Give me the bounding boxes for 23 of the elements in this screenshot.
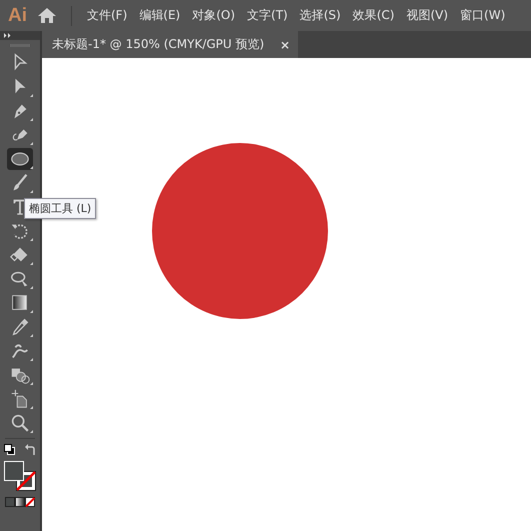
collapse-icon[interactable] <box>4 33 11 38</box>
menu-item[interactable]: 选择(S) <box>294 7 346 24</box>
grip-icon[interactable] <box>10 44 30 47</box>
menu-item[interactable]: 文字(T) <box>242 7 293 24</box>
close-button[interactable]: × <box>280 38 290 52</box>
menu-item[interactable]: 视图(V) <box>401 7 454 24</box>
tab-title: 未标题-1* @ 150% (CMYK/GPU 预览) <box>52 36 264 53</box>
fill-swatch[interactable] <box>4 461 24 481</box>
menu-item[interactable]: 文件(F) <box>82 7 132 24</box>
document-tab[interactable]: 未标题-1* @ 150% (CMYK/GPU 预览) × <box>42 31 298 58</box>
menu-item[interactable]: 效果(C) <box>348 7 400 24</box>
home-icon[interactable] <box>37 7 57 24</box>
menu-item[interactable]: 窗口(W) <box>455 7 510 24</box>
tool-button[interactable] <box>7 148 33 170</box>
swap-arrow-icon[interactable] <box>25 444 36 455</box>
circle-shape[interactable] <box>152 143 328 319</box>
color-mode-icon[interactable] <box>5 497 35 507</box>
search-icon <box>9 412 31 434</box>
menu-item[interactable]: 对象(O) <box>187 7 240 24</box>
app-logo: Ai <box>8 4 27 26</box>
tooltip: 椭圆工具 (L) <box>24 198 96 219</box>
default-colors-icon[interactable] <box>4 444 15 455</box>
menu-item[interactable]: 编辑(E) <box>134 7 186 24</box>
